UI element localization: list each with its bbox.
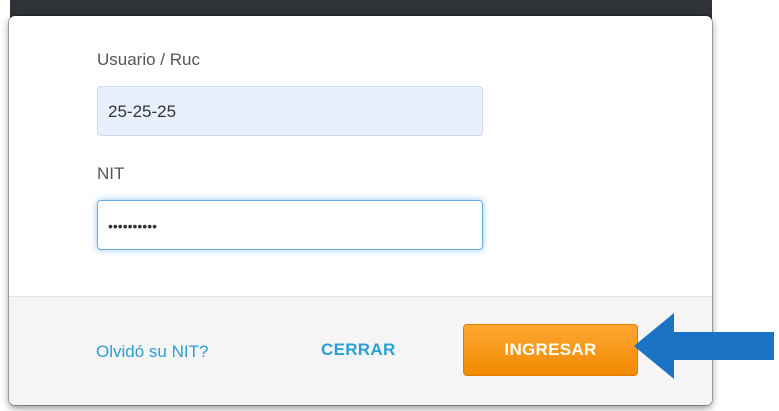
nit-password-input[interactable]: •••••••••• — [97, 200, 483, 250]
user-input[interactable]: 25-25-25 — [97, 86, 483, 136]
submit-button[interactable]: INGRESAR — [463, 324, 638, 376]
forgot-nit-link[interactable]: Olvidó su NIT? — [96, 342, 208, 362]
modal-footer: Olvidó su NIT? CERRAR INGRESAR — [9, 296, 712, 405]
arrow-left-icon — [634, 313, 774, 379]
modal-body: Usuario / Ruc 25-25-25 NIT •••••••••• — [9, 16, 712, 296]
close-button[interactable]: CERRAR — [321, 340, 396, 360]
user-field-label: Usuario / Ruc — [97, 50, 200, 69]
login-modal: Usuario / Ruc 25-25-25 NIT •••••••••• Ol… — [9, 16, 712, 405]
nit-field-label: NIT — [97, 164, 125, 183]
